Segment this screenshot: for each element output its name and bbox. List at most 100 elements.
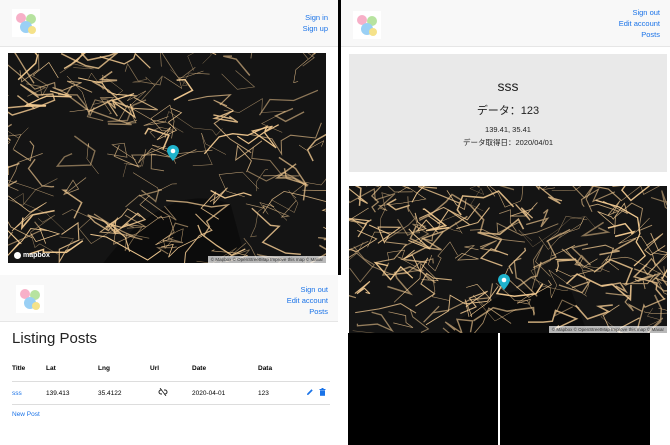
signed-out-window: Sign in Sign up © Mapbox © OpenStreetMap…	[0, 0, 338, 272]
map-road	[132, 108, 169, 126]
posts-table: Title Lat Lng Url Date Data sss 139.413 …	[12, 355, 330, 405]
map-road	[349, 295, 357, 299]
map-road	[464, 299, 473, 318]
map-road	[599, 237, 637, 256]
map-road	[173, 78, 194, 101]
mapbox-logo-icon	[14, 252, 21, 259]
mapbox-logo-text: mapbox	[23, 252, 50, 259]
table-row: sss 139.413 35.4122 2020-04-01 123	[12, 381, 330, 405]
map-road	[203, 125, 269, 155]
map-road	[499, 186, 515, 191]
map-road	[211, 53, 217, 56]
sign-out-link[interactable]: Sign out	[619, 7, 660, 18]
column-header-url: Url	[150, 364, 160, 372]
map-road	[58, 221, 80, 263]
map-road	[321, 208, 326, 230]
column-header-title: Title	[12, 364, 26, 372]
post-coordinates: 139.41, 35.41	[485, 125, 531, 134]
post-card: sss データ：123 139.41, 35.41 データ取得日：2020/04…	[349, 54, 667, 172]
map-attribution[interactable]: © Mapbox © OpenStreetMap Improve this ma…	[207, 256, 326, 263]
map-road	[515, 203, 534, 221]
location-pin-icon[interactable]	[498, 274, 511, 291]
map-road	[446, 190, 467, 210]
map-road	[213, 99, 252, 154]
location-pin-icon[interactable]	[167, 145, 179, 162]
map-road	[8, 127, 29, 139]
map-road	[60, 53, 119, 70]
map-road	[545, 215, 588, 243]
map-road	[388, 311, 414, 329]
map-road	[8, 153, 43, 191]
top-navbar: Sign out Edit account Posts	[341, 0, 670, 47]
sign-up-link[interactable]: Sign up	[303, 23, 328, 34]
posts-link[interactable]: Posts	[619, 29, 660, 40]
map-view[interactable]: © Mapbox © OpenStreetMap Improve this ma…	[8, 53, 326, 263]
map-view[interactable]: © Mapbox © OpenStreetMap Improve this ma…	[349, 186, 667, 333]
map-road	[533, 228, 571, 269]
map-road	[400, 230, 444, 264]
column-header-actions	[298, 355, 330, 382]
map-road	[223, 55, 251, 76]
map-road	[454, 245, 479, 261]
map-road	[138, 189, 163, 203]
map-road	[132, 76, 156, 87]
post-title: sss	[497, 78, 519, 94]
edit-account-link[interactable]: Edit account	[287, 295, 328, 306]
top-navbar: Sign in Sign up	[0, 0, 338, 47]
map-road	[486, 186, 524, 208]
map-road	[650, 190, 667, 210]
posts-link[interactable]: Posts	[287, 306, 328, 317]
post-title-link[interactable]: sss	[12, 390, 22, 397]
map-road	[87, 214, 119, 235]
map-road	[601, 282, 629, 294]
map-road	[8, 123, 13, 128]
url-cell	[150, 381, 192, 405]
map-road	[432, 277, 449, 301]
map-road	[107, 142, 136, 161]
map-road	[580, 221, 611, 237]
lng-cell: 35.4122	[98, 381, 150, 405]
app-logo[interactable]	[353, 11, 381, 39]
sign-out-link[interactable]: Sign out	[287, 284, 328, 295]
map-road	[561, 243, 592, 267]
map-road	[187, 53, 212, 71]
map-road	[356, 311, 394, 333]
top-navbar: Sign out Edit account Posts	[0, 275, 338, 322]
map-road	[250, 53, 253, 59]
post-date: データ取得日：2020/04/01	[462, 138, 554, 147]
map-road	[374, 186, 380, 187]
map-road	[274, 107, 305, 123]
sign-in-link[interactable]: Sign in	[303, 12, 328, 23]
post-data: データ：123	[476, 105, 540, 117]
map-road	[251, 207, 301, 255]
map-road	[27, 158, 55, 188]
link-broken-icon[interactable]	[158, 387, 168, 398]
actions-cell	[298, 381, 330, 405]
pencil-icon[interactable]	[306, 388, 314, 398]
data-cell: 123	[258, 381, 298, 405]
map-road	[212, 110, 239, 123]
map-road	[508, 247, 527, 274]
table-header-row: Title Lat Lng Url Date Data	[12, 355, 330, 382]
map-road	[531, 244, 551, 292]
edit-account-link[interactable]: Edit account	[619, 18, 660, 29]
map-attribution[interactable]: © Mapbox © OpenStreetMap Improve this ma…	[548, 326, 667, 333]
map-road	[620, 186, 661, 202]
column-header-date: Date	[192, 364, 207, 372]
map-road	[350, 240, 424, 276]
map-road	[61, 189, 83, 219]
mapbox-logo[interactable]: mapbox	[14, 252, 50, 259]
map-road	[542, 186, 556, 190]
map-road	[355, 303, 417, 314]
map-roads	[349, 186, 667, 333]
new-post-link[interactable]: New Post	[12, 411, 40, 418]
map-road	[245, 200, 297, 218]
map-road	[373, 261, 414, 281]
date-cell: 2020-04-01	[192, 381, 258, 405]
trash-icon[interactable]	[319, 388, 326, 398]
map-road	[604, 256, 665, 277]
map-road	[318, 236, 326, 241]
map-road	[354, 280, 371, 295]
app-logo[interactable]	[16, 285, 44, 313]
app-logo[interactable]	[12, 9, 40, 37]
